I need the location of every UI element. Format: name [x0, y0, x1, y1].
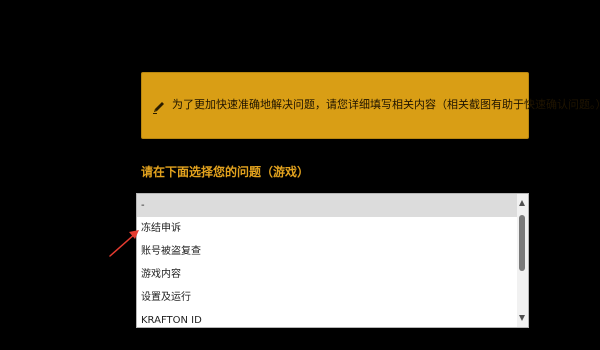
category-label: 请在下面选择您的问题（游戏）	[141, 165, 310, 179]
option-freeze-appeal[interactable]: 冻结申诉	[137, 217, 519, 240]
scroll-up-arrow-icon[interactable]	[519, 200, 525, 206]
category-listbox[interactable]: - 冻结申诉 账号被盗复查 游戏内容 设置及运行 KRAFTON ID	[136, 193, 529, 328]
pencil-icon	[153, 102, 164, 114]
option-placeholder[interactable]: -	[137, 194, 519, 217]
listbox-scrollbar[interactable]	[517, 194, 528, 327]
notice-text: 为了更加快速准确地解决问题，请您详细填写相关内容（相关截图有助于快速确认问题。）	[172, 98, 600, 111]
option-account-stolen-review[interactable]: 账号被盗复查	[137, 240, 519, 263]
option-game-content[interactable]: 游戏内容	[137, 263, 519, 286]
info-notice-banner: 为了更加快速准确地解决问题，请您详细填写相关内容（相关截图有助于快速确认问题。）	[141, 72, 600, 139]
red-arrow-icon	[109, 230, 139, 257]
option-krafton-id[interactable]: KRAFTON ID	[137, 309, 519, 327]
option-settings-and-running[interactable]: 设置及运行	[137, 286, 519, 309]
scrollbar-thumb[interactable]	[519, 215, 525, 271]
scroll-down-arrow-icon[interactable]	[519, 315, 525, 321]
